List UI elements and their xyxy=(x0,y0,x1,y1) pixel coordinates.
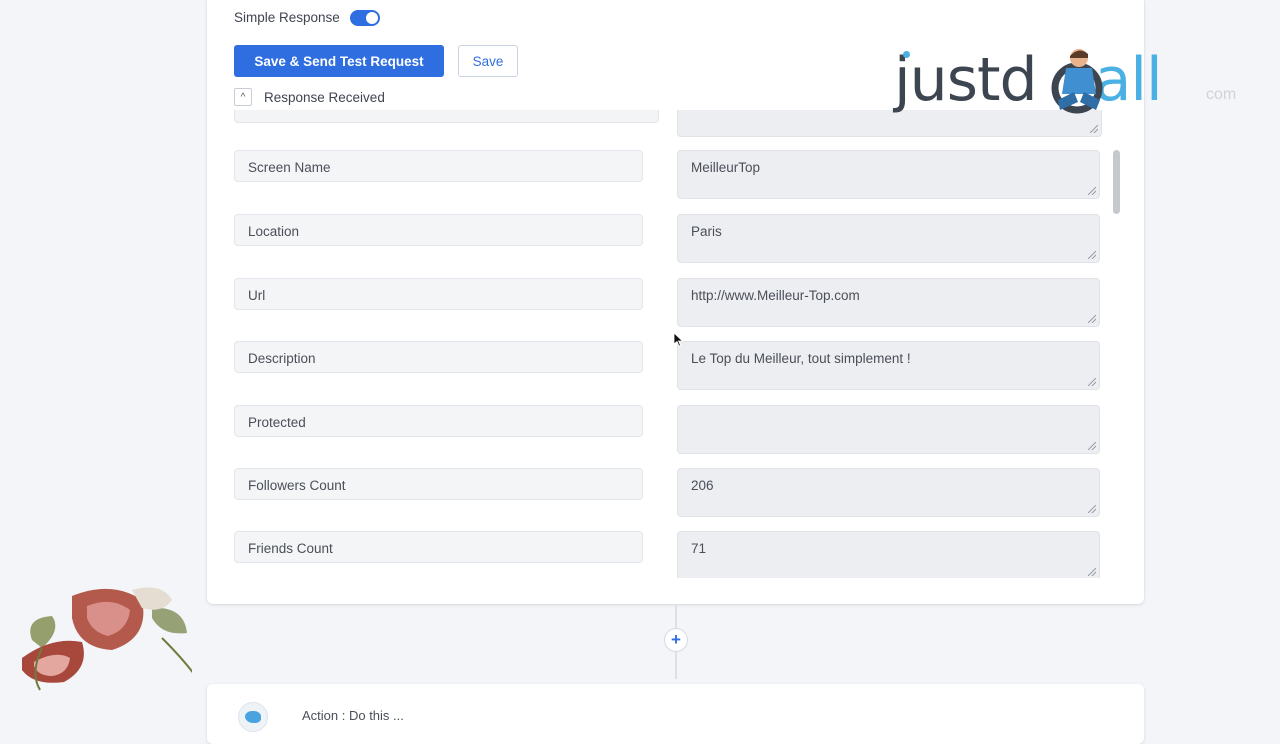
response-received-label: Response Received xyxy=(264,89,385,105)
field-value-text: 206 xyxy=(691,478,714,493)
resize-grip-icon[interactable] xyxy=(1088,378,1096,386)
field-row: Screen Name MeilleurTop xyxy=(220,150,1120,200)
field-value[interactable]: MeilleurTop xyxy=(677,150,1100,199)
save-button[interactable]: Save xyxy=(458,45,518,77)
field-row: Protected xyxy=(220,405,1120,455)
field-row: Friends Count 71 xyxy=(220,531,1120,578)
bird-icon xyxy=(245,711,261,723)
mascot-icon xyxy=(1051,49,1103,114)
response-received-header[interactable]: ^ Response Received xyxy=(234,88,385,106)
resize-grip-icon[interactable] xyxy=(1088,187,1096,195)
field-value-text: 71 xyxy=(691,541,707,556)
resize-grip-icon[interactable] xyxy=(1088,251,1096,259)
mouse-cursor-icon xyxy=(674,333,684,347)
resize-grip-icon xyxy=(1090,125,1098,133)
save-and-send-test-request-button[interactable]: Save & Send Test Request xyxy=(234,45,444,77)
field-value-text: Le Top du Meilleur, tout simplement ! xyxy=(691,351,911,366)
simple-response-toggle[interactable] xyxy=(349,10,380,26)
collapse-icon[interactable]: ^ xyxy=(234,88,252,106)
plus-icon: + xyxy=(671,630,681,649)
field-key[interactable]: Description xyxy=(234,341,643,373)
resize-grip-icon[interactable] xyxy=(1088,505,1096,513)
simple-response-row: Simple Response xyxy=(234,8,380,26)
response-fields-list[interactable]: Screen Name MeilleurTop Location Paris U… xyxy=(220,110,1120,578)
field-value[interactable] xyxy=(677,405,1100,454)
field-key[interactable]: Location xyxy=(234,214,643,246)
field-value-text: http://www.Meilleur-Top.com xyxy=(691,288,860,303)
field-value[interactable]: http://www.Meilleur-Top.com xyxy=(677,278,1100,327)
field-value[interactable]: 71 xyxy=(677,531,1100,578)
toggle-knob xyxy=(365,12,378,24)
justdoall-watermark-logo: justd all com xyxy=(894,40,1274,120)
field-value-text: MeilleurTop xyxy=(691,160,761,175)
simple-response-label: Simple Response xyxy=(234,9,340,25)
previous-key-field-partial xyxy=(234,110,659,123)
field-row: Url http://www.Meilleur-Top.com xyxy=(220,278,1120,328)
watermark-text-start: justd xyxy=(894,45,1038,115)
field-value[interactable]: Le Top du Meilleur, tout simplement ! xyxy=(677,341,1100,390)
field-row: Followers Count 206 xyxy=(220,468,1120,518)
resize-grip-icon[interactable] xyxy=(1088,315,1096,323)
field-value[interactable]: Paris xyxy=(677,214,1100,263)
action-step-label: Action : Do this ... xyxy=(302,708,404,723)
decorative-flower-image xyxy=(22,587,192,691)
watermark-wordmark: justd all xyxy=(894,45,1163,115)
field-key[interactable]: Followers Count xyxy=(234,468,643,500)
field-key[interactable]: Friends Count xyxy=(234,531,643,563)
field-key[interactable]: Protected xyxy=(234,405,643,437)
field-value[interactable]: 206 xyxy=(677,468,1100,517)
watermark-faint-text: com xyxy=(1206,86,1237,103)
watermark-dot-icon xyxy=(903,51,910,58)
field-key[interactable]: Screen Name xyxy=(234,150,643,182)
field-row: Description Le Top du Meilleur, tout sim… xyxy=(220,341,1120,391)
resize-grip-icon[interactable] xyxy=(1088,568,1096,576)
twitter-app-icon xyxy=(238,702,268,732)
field-value-text: Paris xyxy=(691,224,722,239)
field-key[interactable]: Url xyxy=(234,278,643,310)
scrollbar-thumb[interactable] xyxy=(1113,150,1120,214)
resize-grip-icon[interactable] xyxy=(1088,442,1096,450)
field-row: Location Paris xyxy=(220,214,1120,264)
add-step-button[interactable]: + xyxy=(664,628,688,652)
